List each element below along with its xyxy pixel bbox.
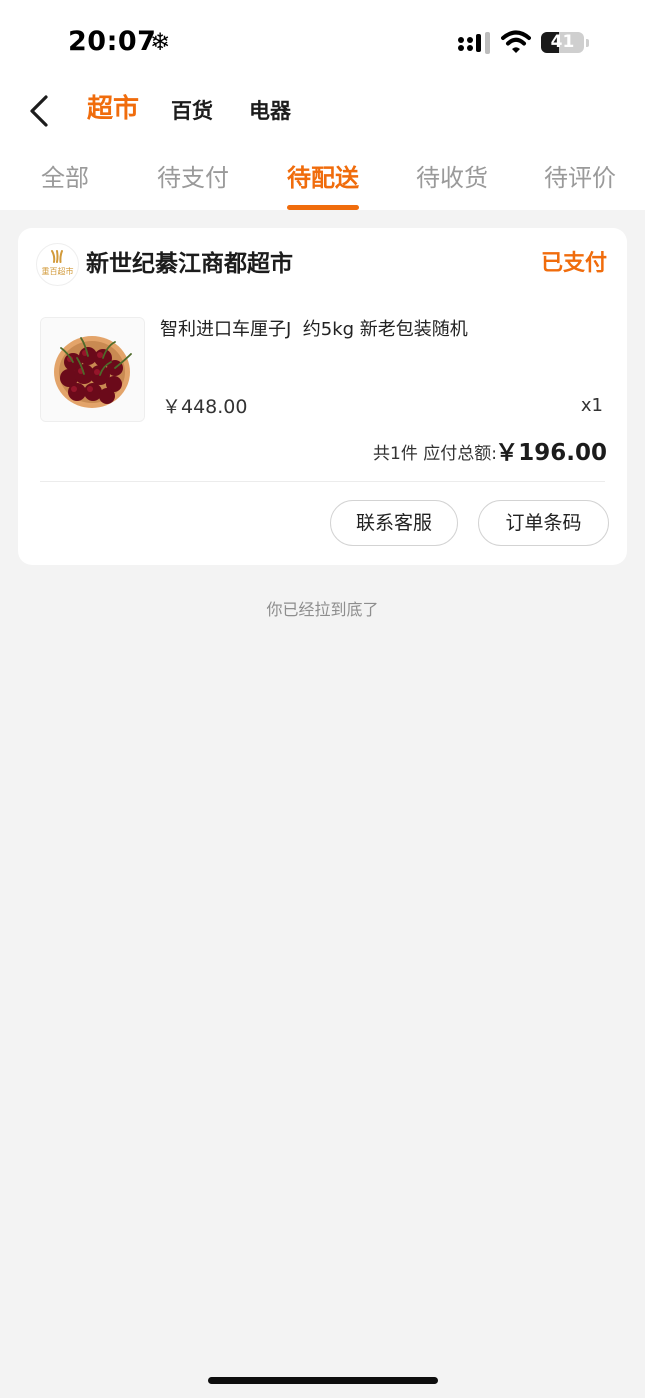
back-button[interactable] xyxy=(24,92,56,130)
card-divider xyxy=(40,481,605,482)
tab-pending-receipt[interactable]: 待收货 xyxy=(402,161,502,195)
battery-body: 41 xyxy=(541,32,584,53)
product-quantity: x1 xyxy=(580,395,603,416)
battery-level-text: 41 xyxy=(550,32,575,52)
status-time: 20:07 xyxy=(68,26,157,57)
tab-all[interactable]: 全部 xyxy=(15,161,115,195)
cellular-signal-icon xyxy=(458,32,490,54)
order-status: 已支付 xyxy=(540,251,607,276)
battery-cap xyxy=(586,39,589,47)
contact-service-button[interactable]: 联系客服 xyxy=(330,500,458,546)
tab-pending-payment[interactable]: 待支付 xyxy=(143,161,243,195)
active-tab-indicator xyxy=(287,205,359,210)
tab-pending-review[interactable]: 待评价 xyxy=(530,161,630,195)
wifi-icon xyxy=(501,30,531,53)
order-summary-label: 共1件 应付总额: xyxy=(373,444,497,464)
order-card[interactable]: 重百超市 新世纪綦江商都超市 已支付 智利进口车厘子J 约5kg 新老包装随机 … xyxy=(18,228,627,565)
end-of-list-text: 你已经拉到底了 xyxy=(266,600,379,619)
shop-name[interactable]: 新世纪綦江商都超市 xyxy=(86,248,293,280)
snowflake-icon: ❄ xyxy=(150,28,171,56)
order-barcode-button[interactable]: 订单条码 xyxy=(478,500,609,546)
product-title[interactable]: 智利进口车厘子J 约5kg 新老包装随机 xyxy=(160,316,468,344)
product-price: ￥448.00 xyxy=(162,396,248,418)
nav-electronics[interactable]: 电器 xyxy=(249,96,291,126)
battery-icon: 41 xyxy=(541,32,591,54)
home-indicator[interactable] xyxy=(208,1377,438,1384)
order-total-amount: ￥196.00 xyxy=(495,440,607,466)
shop-logo: 重百超市 xyxy=(36,243,79,286)
shop-logo-text: 重百超市 xyxy=(42,266,74,276)
nav-department-store[interactable]: 百货 xyxy=(171,96,213,126)
nav-supermarket[interactable]: 超市 xyxy=(87,94,139,124)
tab-pending-delivery[interactable]: 待配送 xyxy=(273,161,373,195)
product-image[interactable] xyxy=(40,317,145,422)
